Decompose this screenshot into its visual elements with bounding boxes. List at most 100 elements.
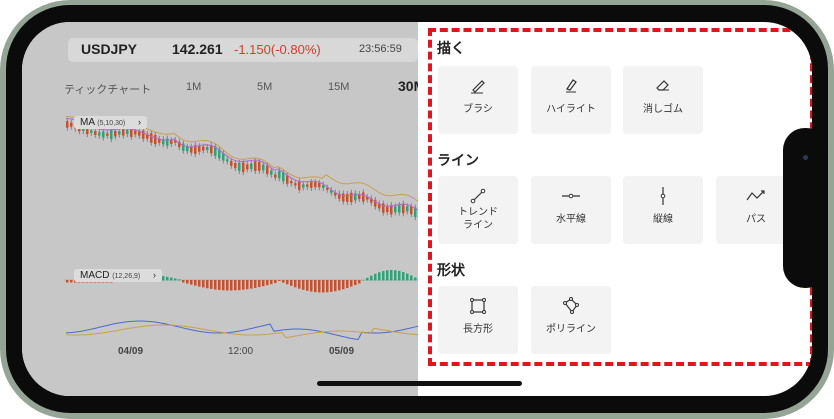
- macd-bar: [234, 280, 237, 291]
- macd-bar: [346, 280, 349, 289]
- macd-bar: [242, 280, 245, 290]
- candle: [106, 133, 109, 136]
- macd-bar: [222, 280, 225, 291]
- candle: [350, 192, 353, 203]
- candle: [122, 129, 125, 136]
- macd-bar: [174, 278, 177, 281]
- tool-label: ハイライト: [546, 104, 596, 115]
- macd-indicator-label[interactable]: MACD (12,26,9) ›: [74, 269, 163, 282]
- macd-bar: [274, 280, 277, 284]
- macd-bar: [414, 277, 417, 281]
- polyline-icon: [531, 296, 611, 316]
- candle: [250, 163, 253, 170]
- tool-polyline[interactable]: ポリライン: [531, 286, 611, 354]
- macd-bar: [186, 280, 189, 284]
- macd-bar: [166, 276, 169, 281]
- candle: [66, 121, 69, 128]
- macd-bar: [362, 280, 365, 281]
- section-title-draw: 描く: [437, 41, 465, 57]
- candle: [278, 170, 281, 179]
- section-title-shape: 形状: [437, 263, 465, 279]
- macd-bar: [190, 280, 193, 285]
- ma-chevron-icon: ›: [138, 117, 142, 127]
- macd-bar: [326, 280, 329, 293]
- tool-label: 長方形: [463, 324, 493, 335]
- macd-bar: [70, 280, 73, 283]
- tool-highlighter[interactable]: ハイライト: [531, 66, 611, 134]
- date-label: 04/09: [118, 346, 144, 357]
- tool-trend-line[interactable]: トレンド ライン: [438, 176, 518, 244]
- macd-bar: [410, 275, 413, 281]
- tool-brush[interactable]: ブラシ: [438, 66, 518, 134]
- macd-bar: [246, 280, 249, 290]
- candle: [310, 182, 313, 188]
- candle: [318, 182, 321, 188]
- tool-label: 縦線: [653, 214, 673, 225]
- candle: [314, 182, 317, 188]
- macd-bar: [374, 273, 377, 281]
- ma-params: (5,10,30): [97, 120, 126, 127]
- macd-bar: [278, 280, 281, 281]
- macd-bar: [350, 280, 353, 287]
- macd-bar: [210, 280, 213, 289]
- macd-bar: [314, 280, 317, 293]
- macd-bar: [258, 280, 261, 288]
- candle: [70, 122, 73, 127]
- macd-bar: [342, 280, 345, 290]
- macd-bar: [382, 271, 385, 281]
- ma-indicator-label[interactable]: MA (5,10,30) ›: [74, 116, 148, 129]
- candle: [410, 206, 413, 215]
- date-label: 12:00: [228, 346, 254, 357]
- tool-rectangle[interactable]: 長方形: [438, 286, 518, 354]
- highlighter-icon: [531, 76, 611, 96]
- signal-line: [65, 324, 418, 339]
- candle: [302, 184, 305, 188]
- home-indicator[interactable]: [317, 381, 522, 386]
- macd-bar: [178, 279, 181, 281]
- macd-bar: [198, 280, 201, 287]
- candle: [258, 161, 261, 171]
- candle: [342, 193, 345, 202]
- candle: [386, 206, 389, 213]
- candle: [134, 130, 137, 135]
- macd-chevron-icon: ›: [153, 270, 157, 280]
- candle: [294, 183, 297, 186]
- macd-bar: [262, 280, 265, 287]
- macd-bar: [302, 280, 305, 290]
- candle: [262, 164, 265, 171]
- candle: [266, 165, 269, 174]
- candle: [90, 130, 93, 133]
- candle: [154, 135, 157, 145]
- candle: [94, 131, 97, 135]
- macd-bar: [162, 276, 165, 281]
- macd-bar: [286, 280, 289, 285]
- candle: [114, 130, 117, 137]
- price-chart[interactable]: [22, 22, 418, 396]
- macd-bar: [402, 272, 405, 281]
- candle: [254, 161, 257, 172]
- candle: [98, 132, 101, 136]
- candle: [202, 146, 205, 151]
- candle: [150, 133, 153, 143]
- candle: [242, 162, 245, 173]
- tool-horizontal-line[interactable]: 水平線: [531, 176, 611, 244]
- camera-icon: [803, 155, 808, 160]
- macd-bar: [254, 280, 257, 288]
- candle: [362, 192, 365, 202]
- candle: [270, 170, 273, 175]
- tool-vertical-line[interactable]: 縦線: [623, 176, 703, 244]
- vertical-line-icon: [623, 186, 703, 206]
- tool-eraser[interactable]: 消しゴム: [623, 66, 703, 134]
- candle: [226, 159, 229, 162]
- macd-bar: [170, 277, 173, 281]
- candle: [206, 146, 209, 151]
- eraser-icon: [623, 76, 703, 96]
- macd-bar: [230, 280, 233, 291]
- date-label: 05/09: [329, 346, 355, 357]
- camera-notch: [783, 128, 828, 288]
- trend-line-icon: [438, 186, 518, 206]
- macd-bar: [226, 280, 229, 291]
- candle: [186, 146, 189, 152]
- tool-label: ブラシ: [463, 104, 493, 115]
- macd-bar: [338, 280, 341, 291]
